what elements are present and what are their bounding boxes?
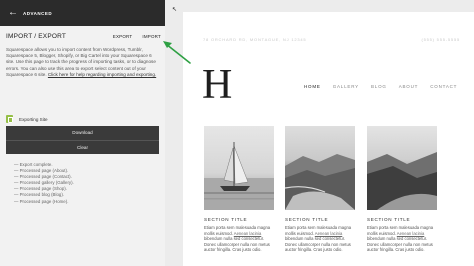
section-text: Etiam porta sem malesuada magna mollis e… <box>285 225 355 253</box>
site-nav: HOME GALLERY BLOG ABOUT CONTACT <box>304 84 469 89</box>
section-title: SECTION TITLE <box>204 217 248 222</box>
site-topbar: 78 ORCHARD RD, MONTAGUE, NJ 12345 (555) … <box>183 37 474 42</box>
section-text-part: bibendum nulla sed consectetur. Donec ul… <box>204 236 270 252</box>
section-title: SECTION TITLE <box>285 217 329 222</box>
panel-description: Squarespace allows you to import content… <box>6 47 161 78</box>
section-card: SECTION TITLE Etiam porta sem malesuada … <box>367 126 437 253</box>
site-preview: 78 ORCHARD RD, MONTAGUE, NJ 12345 (555) … <box>183 12 474 266</box>
nav-item-gallery[interactable]: GALLERY <box>333 84 359 89</box>
site-address: 78 ORCHARD RD, MONTAGUE, NJ 12345 <box>203 37 307 42</box>
section-title: SECTION TITLE <box>367 217 411 222</box>
site-phone: (555) 555-5555 <box>421 37 460 42</box>
advanced-label: ADVANCED <box>23 10 53 16</box>
section-card: SECTION TITLE Etiam porta sem malesuada … <box>204 126 274 253</box>
nav-item-blog[interactable]: BLOG <box>371 84 387 89</box>
nav-item-home[interactable]: HOME <box>304 84 321 89</box>
section-link[interactable]: Aenean lacinia <box>234 231 261 236</box>
page-title: IMPORT / EXPORT <box>6 33 67 40</box>
exporting-site-row: Exporting Site <box>6 115 48 123</box>
clear-button[interactable]: Clear <box>6 140 159 154</box>
section-text: Etiam porta sem malesuada magna mollis e… <box>367 225 437 253</box>
section-link[interactable]: Aenean lacinia <box>315 231 342 236</box>
settings-panel: ← ADVANCED IMPORT / EXPORT EXPORT IMPORT… <box>0 0 165 266</box>
shopify-icon <box>6 115 13 123</box>
site-logo[interactable]: H <box>202 64 232 106</box>
import-link[interactable]: IMPORT <box>142 34 161 39</box>
section-image-hills <box>367 126 437 210</box>
nav-item-about[interactable]: ABOUT <box>399 84 419 89</box>
exporting-site-label: Exporting Site <box>19 116 48 122</box>
export-log: — Export complete. — Processed page (Abo… <box>14 162 74 205</box>
nav-item-contact[interactable]: CONTACT <box>430 84 457 89</box>
export-actions: Download Clear <box>6 126 159 154</box>
section-text-part: bibendum nulla sed consectetur. Donec ul… <box>285 236 351 252</box>
cursor-icon: ↖ <box>172 7 178 13</box>
arrow-left-icon[interactable]: ← <box>8 8 18 18</box>
section-image-coast <box>285 126 355 210</box>
help-link[interactable]: Click here for help regarding importing … <box>48 72 156 77</box>
section-image-sailboat <box>204 126 274 210</box>
panel-header: IMPORT / EXPORT EXPORT IMPORT <box>6 33 161 40</box>
section-card: SECTION TITLE Etiam porta sem malesuada … <box>285 126 355 253</box>
log-item: — Processed page (Home). <box>14 198 69 204</box>
export-link[interactable]: EXPORT <box>113 34 133 39</box>
download-button[interactable]: Download <box>6 126 159 140</box>
advanced-header-bar[interactable]: ← ADVANCED <box>0 0 165 26</box>
section-text: Etiam porta sem malesuada magna mollis e… <box>204 225 274 253</box>
section-link[interactable]: Aenean lacinia <box>397 231 424 236</box>
section-text-part: bibendum nulla sed consectetur. Donec ul… <box>367 236 433 252</box>
